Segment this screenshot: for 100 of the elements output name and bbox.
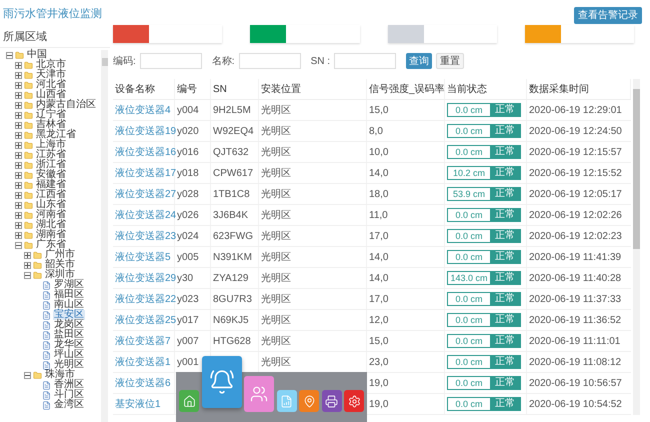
alarm-records-button[interactable]: 查看告警记录 [574,7,642,24]
status-badge: 正常 [490,314,520,326]
status-badge: 正常 [490,335,520,347]
expand-toggle-icon[interactable] [24,262,31,268]
tree-item[interactable]: 香洲区 [53,380,85,390]
tree-item[interactable]: 内蒙古自治区 [35,100,97,110]
collapse-toggle-icon[interactable] [24,372,31,378]
tree-item[interactable]: 江苏省 [35,150,67,160]
expand-toggle-icon[interactable] [15,92,22,98]
device-link[interactable]: 液位变送器17 [115,166,176,180]
tree-item[interactable]: 辽宁省 [35,110,67,120]
expand-toggle-icon[interactable] [15,152,22,158]
tree-item[interactable]: 河南省 [35,210,67,220]
expand-toggle-icon[interactable] [15,142,22,148]
tree-item[interactable]: 坪山区 [53,350,85,360]
expand-toggle-icon[interactable] [15,112,22,118]
expand-toggle-icon[interactable] [15,172,22,178]
expand-toggle-icon[interactable] [24,252,31,258]
tree-item[interactable]: 光明区 [53,360,85,370]
tree-item[interactable]: 宝安区 [53,310,85,320]
tree-item[interactable]: 山东省 [35,200,67,210]
status-badge: 正常 [490,146,520,158]
tree-item[interactable]: 湖南省 [35,230,67,240]
tree-item[interactable]: 斗门区 [53,390,85,400]
settings-icon[interactable] [344,390,364,412]
tree-item[interactable]: 安徽省 [35,170,67,180]
collapse-toggle-icon[interactable] [15,242,22,248]
expand-toggle-icon[interactable] [15,102,22,108]
bell-icon[interactable] [202,356,242,408]
search-input-field[interactable] [334,53,396,69]
tree-item[interactable]: 金湾区 [53,400,85,410]
table-cell-text: 12,0 [369,314,388,328]
tree-item[interactable]: 浙江省 [35,160,67,170]
reset-button[interactable]: 重置 [436,53,464,69]
expand-toggle-icon[interactable] [15,212,22,218]
map-pin-icon[interactable] [299,390,319,412]
expand-toggle-icon[interactable] [15,202,22,208]
device-link[interactable]: 液位变送器27 [115,186,176,202]
expand-toggle-icon[interactable] [15,72,22,78]
expand-toggle-icon[interactable] [15,162,22,168]
status-badge: 正常 [490,188,520,200]
expand-toggle-icon[interactable] [15,82,22,88]
expand-toggle-icon[interactable] [15,192,22,198]
device-link[interactable]: 液位变送器16 [115,144,176,160]
collapse-toggle-icon[interactable] [6,52,13,58]
printer-icon[interactable] [322,390,342,412]
scrollbar[interactable] [101,50,108,422]
tree-item[interactable]: 龙华区 [53,340,85,350]
tree-item[interactable]: 福建省 [35,180,67,190]
tree-item[interactable]: 湖北省 [35,220,67,230]
status-badge: 正常 [490,104,520,116]
tree-item[interactable]: 广东省 [35,240,67,250]
query-button[interactable]: 查询 [406,53,432,69]
device-link[interactable]: 液位变送器22 [115,292,176,306]
device-link[interactable]: 液位变送器7 [115,334,171,348]
device-link[interactable]: 液位变送器19 [115,124,176,138]
search-input-field[interactable] [238,53,301,69]
table-cell-text: y007 [177,334,199,348]
collapse-toggle-icon[interactable] [24,272,31,278]
tree-item[interactable]: 山西省 [35,90,67,100]
scrollbar[interactable] [633,79,640,415]
tree-item[interactable]: 天津市 [35,70,67,80]
tree-item[interactable]: 深圳市 [44,270,76,280]
expand-toggle-icon[interactable] [15,182,22,188]
tree-item[interactable]: 南山区 [53,300,85,310]
expand-toggle-icon[interactable] [15,62,22,68]
device-link[interactable]: 液位变送器29 [115,270,176,286]
folder-icon [24,90,33,100]
search-input-field[interactable] [140,53,202,69]
tree-item[interactable]: 广州市 [44,250,76,260]
tree-item[interactable]: 盐田区 [53,330,85,340]
device-link[interactable]: 液位变送器1 [115,354,171,370]
expand-toggle-icon[interactable] [15,232,22,238]
tree-item[interactable]: 珠海市 [44,370,76,380]
tree-item[interactable]: 黑龙江省 [35,130,77,140]
tree-item[interactable]: 罗湖区 [53,280,85,290]
device-link[interactable]: 液位变送器6 [115,376,171,390]
tree-item[interactable]: 北京市 [35,60,67,70]
tree-item[interactable]: 吉林省 [35,120,67,130]
tree-item[interactable]: 韶关市 [44,260,76,270]
device-link[interactable]: 液位变送器24 [115,208,176,222]
tree-item[interactable]: 中国 [26,50,48,60]
tree-item[interactable]: 上海市 [35,140,67,150]
device-link[interactable]: 液位变送器5 [115,250,171,264]
tree-item[interactable]: 河北省 [35,80,67,90]
device-link[interactable]: 液位变送器25 [115,312,176,328]
device-link[interactable]: 液位变送器4 [115,102,171,118]
table-cell-text: 1TB1C8 [213,188,250,202]
chart-icon[interactable] [276,390,296,412]
tree-item[interactable]: 江西省 [35,190,67,200]
tree-item[interactable]: 龙岗区 [53,320,85,330]
table-cell-text: 光明区 [261,356,291,370]
expand-toggle-icon[interactable] [15,222,22,228]
home-icon[interactable] [179,390,199,412]
tree-item[interactable]: 福田区 [53,290,85,300]
device-link[interactable]: 基安液位1 [115,396,161,412]
column-header: 数据采集时间 [527,79,631,99]
expand-toggle-icon[interactable] [15,122,22,128]
expand-toggle-icon[interactable] [15,132,22,138]
device-link[interactable]: 液位变送器23 [115,228,176,244]
